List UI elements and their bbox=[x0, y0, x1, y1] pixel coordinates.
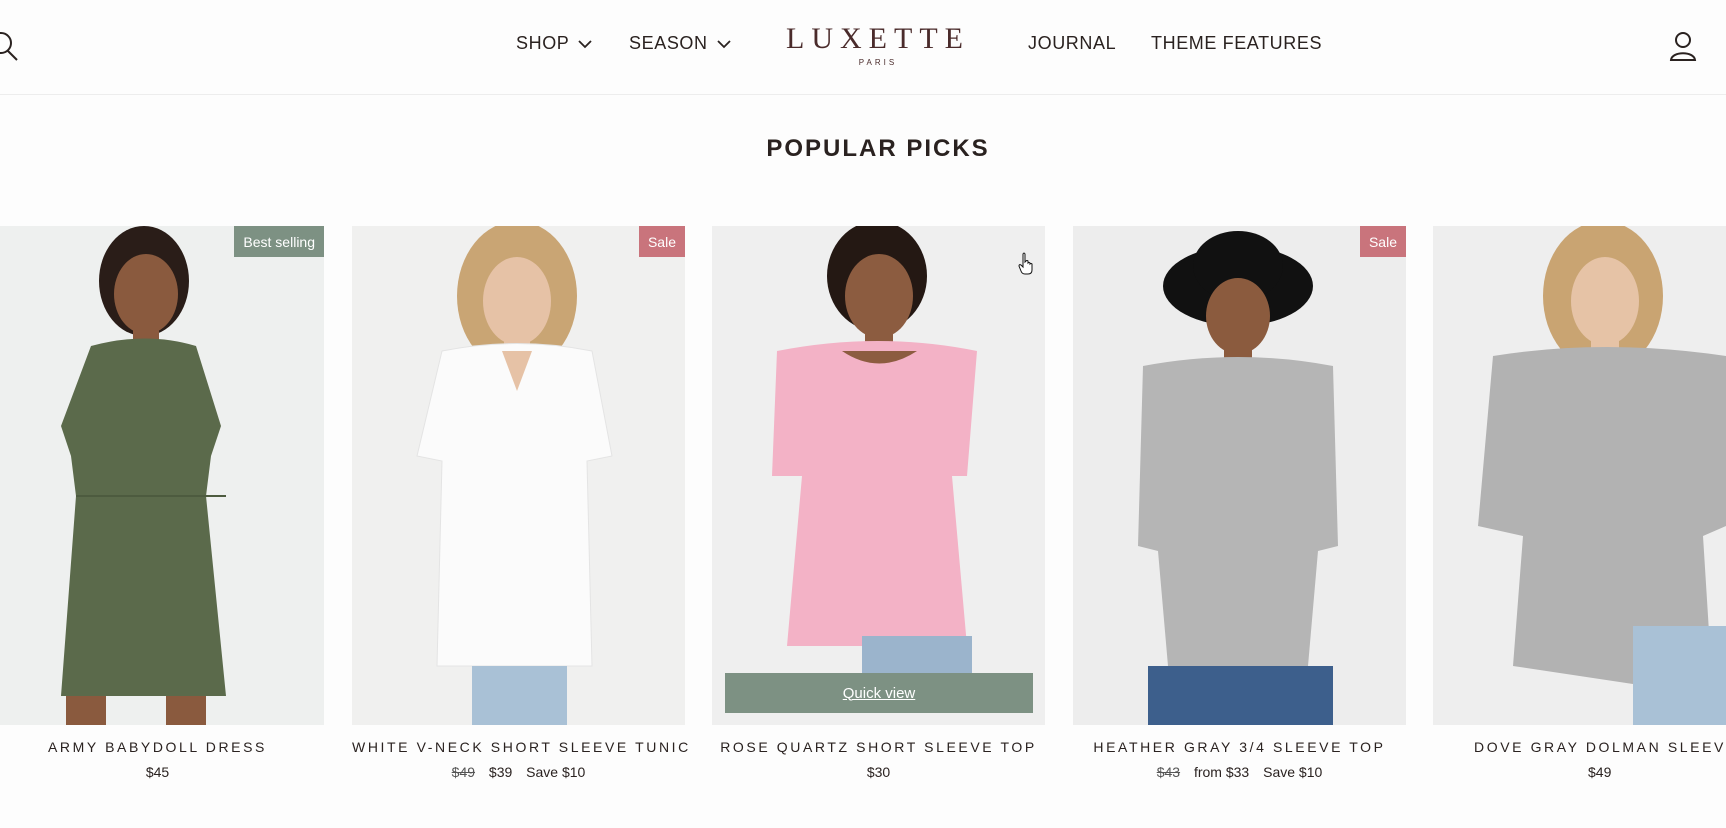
nav-season[interactable]: SEASON bbox=[629, 33, 732, 54]
product-card[interactable]: Quick view ROSE QUARTZ SHORT SLEEVE TOP … bbox=[712, 226, 1045, 780]
product-card[interactable]: Sale WHITE V-NECK SHORT SLEEVE TUNIC $49… bbox=[352, 226, 688, 780]
sale-badge: Sale bbox=[1359, 226, 1406, 257]
chevron-down-icon bbox=[716, 39, 731, 48]
product-image[interactable]: Quick view bbox=[712, 226, 1045, 725]
product-price: $49 $39 Save $10 bbox=[352, 764, 685, 780]
product-card[interactable]: Best selling ARMY BABYDOLL DRESS $45 bbox=[0, 226, 324, 780]
section-title: POPULAR PICKS bbox=[766, 135, 990, 162]
search-icon[interactable] bbox=[0, 30, 22, 64]
product-title[interactable]: DOVE GRAY DOLMAN SLEEVE bbox=[1433, 739, 1726, 755]
price-current: $45 bbox=[145, 764, 170, 780]
product-title[interactable]: ROSE QUARTZ SHORT SLEEVE TOP bbox=[712, 739, 1045, 755]
chevron-down-icon bbox=[578, 39, 593, 48]
product-photo-white-tunic bbox=[352, 226, 685, 725]
price-current: from $33 bbox=[1193, 764, 1250, 780]
product-card[interactable]: Sale HEATHER GRAY 3/4 SLEEVE TOP $43 fro… bbox=[1073, 226, 1406, 780]
price-savings: Save $10 bbox=[526, 764, 586, 780]
product-title[interactable]: WHITE V-NECK SHORT SLEEVE TUNIC bbox=[352, 739, 688, 755]
price-original: $49 bbox=[451, 764, 476, 780]
product-image[interactable]: Sale bbox=[352, 226, 685, 725]
price-current: $30 bbox=[866, 764, 891, 780]
price-current: $39 bbox=[488, 764, 513, 780]
product-card[interactable]: DOVE GRAY DOLMAN SLEEVE $49 bbox=[1433, 226, 1726, 780]
hand-cursor-icon bbox=[1018, 252, 1034, 276]
nav-theme-features-label: THEME FEATURES bbox=[1151, 33, 1323, 53]
product-title[interactable]: HEATHER GRAY 3/4 SLEEVE TOP bbox=[1073, 739, 1406, 755]
account-icon[interactable] bbox=[1668, 30, 1698, 62]
product-price: $49 bbox=[1433, 764, 1726, 780]
nav-journal[interactable]: JOURNAL bbox=[1028, 33, 1116, 54]
logo-main-text: LUXETTE bbox=[786, 22, 970, 55]
nav-journal-label: JOURNAL bbox=[1028, 33, 1117, 53]
nav-shop[interactable]: SHOP bbox=[516, 33, 593, 54]
product-image[interactable] bbox=[1433, 226, 1726, 725]
product-title[interactable]: ARMY BABYDOLL DRESS bbox=[0, 739, 324, 755]
nav-season-label: SEASON bbox=[629, 33, 708, 53]
price-savings: Save $10 bbox=[1263, 764, 1323, 780]
product-price: $43 from $33 Save $10 bbox=[1073, 764, 1406, 780]
price-original: $43 bbox=[1156, 764, 1181, 780]
product-photo-heather-gray-top bbox=[1073, 226, 1406, 725]
nav-shop-label: SHOP bbox=[516, 33, 570, 53]
best-selling-badge: Best selling bbox=[234, 226, 324, 257]
price-current: $49 bbox=[1588, 764, 1612, 780]
sale-badge: Sale bbox=[638, 226, 685, 257]
nav-theme-features[interactable]: THEME FEATURES bbox=[1151, 33, 1322, 54]
product-photo-dove-gray-dolman bbox=[1433, 226, 1726, 725]
site-header: SHOP SEASON LUXETTE PARIS JOURNAL THEME … bbox=[0, 0, 1726, 95]
product-price: $30 bbox=[712, 764, 1045, 780]
logo-sub-text: PARIS bbox=[858, 58, 898, 67]
product-photo-rose-quartz-top bbox=[712, 226, 1045, 725]
product-photo-army-dress bbox=[0, 226, 324, 725]
product-image[interactable]: Best selling bbox=[0, 226, 324, 725]
product-price: $45 bbox=[0, 764, 324, 780]
site-logo[interactable]: LUXETTE PARIS bbox=[778, 22, 978, 67]
quick-view-button[interactable]: Quick view bbox=[725, 673, 1033, 713]
product-image[interactable]: Sale bbox=[1073, 226, 1406, 725]
